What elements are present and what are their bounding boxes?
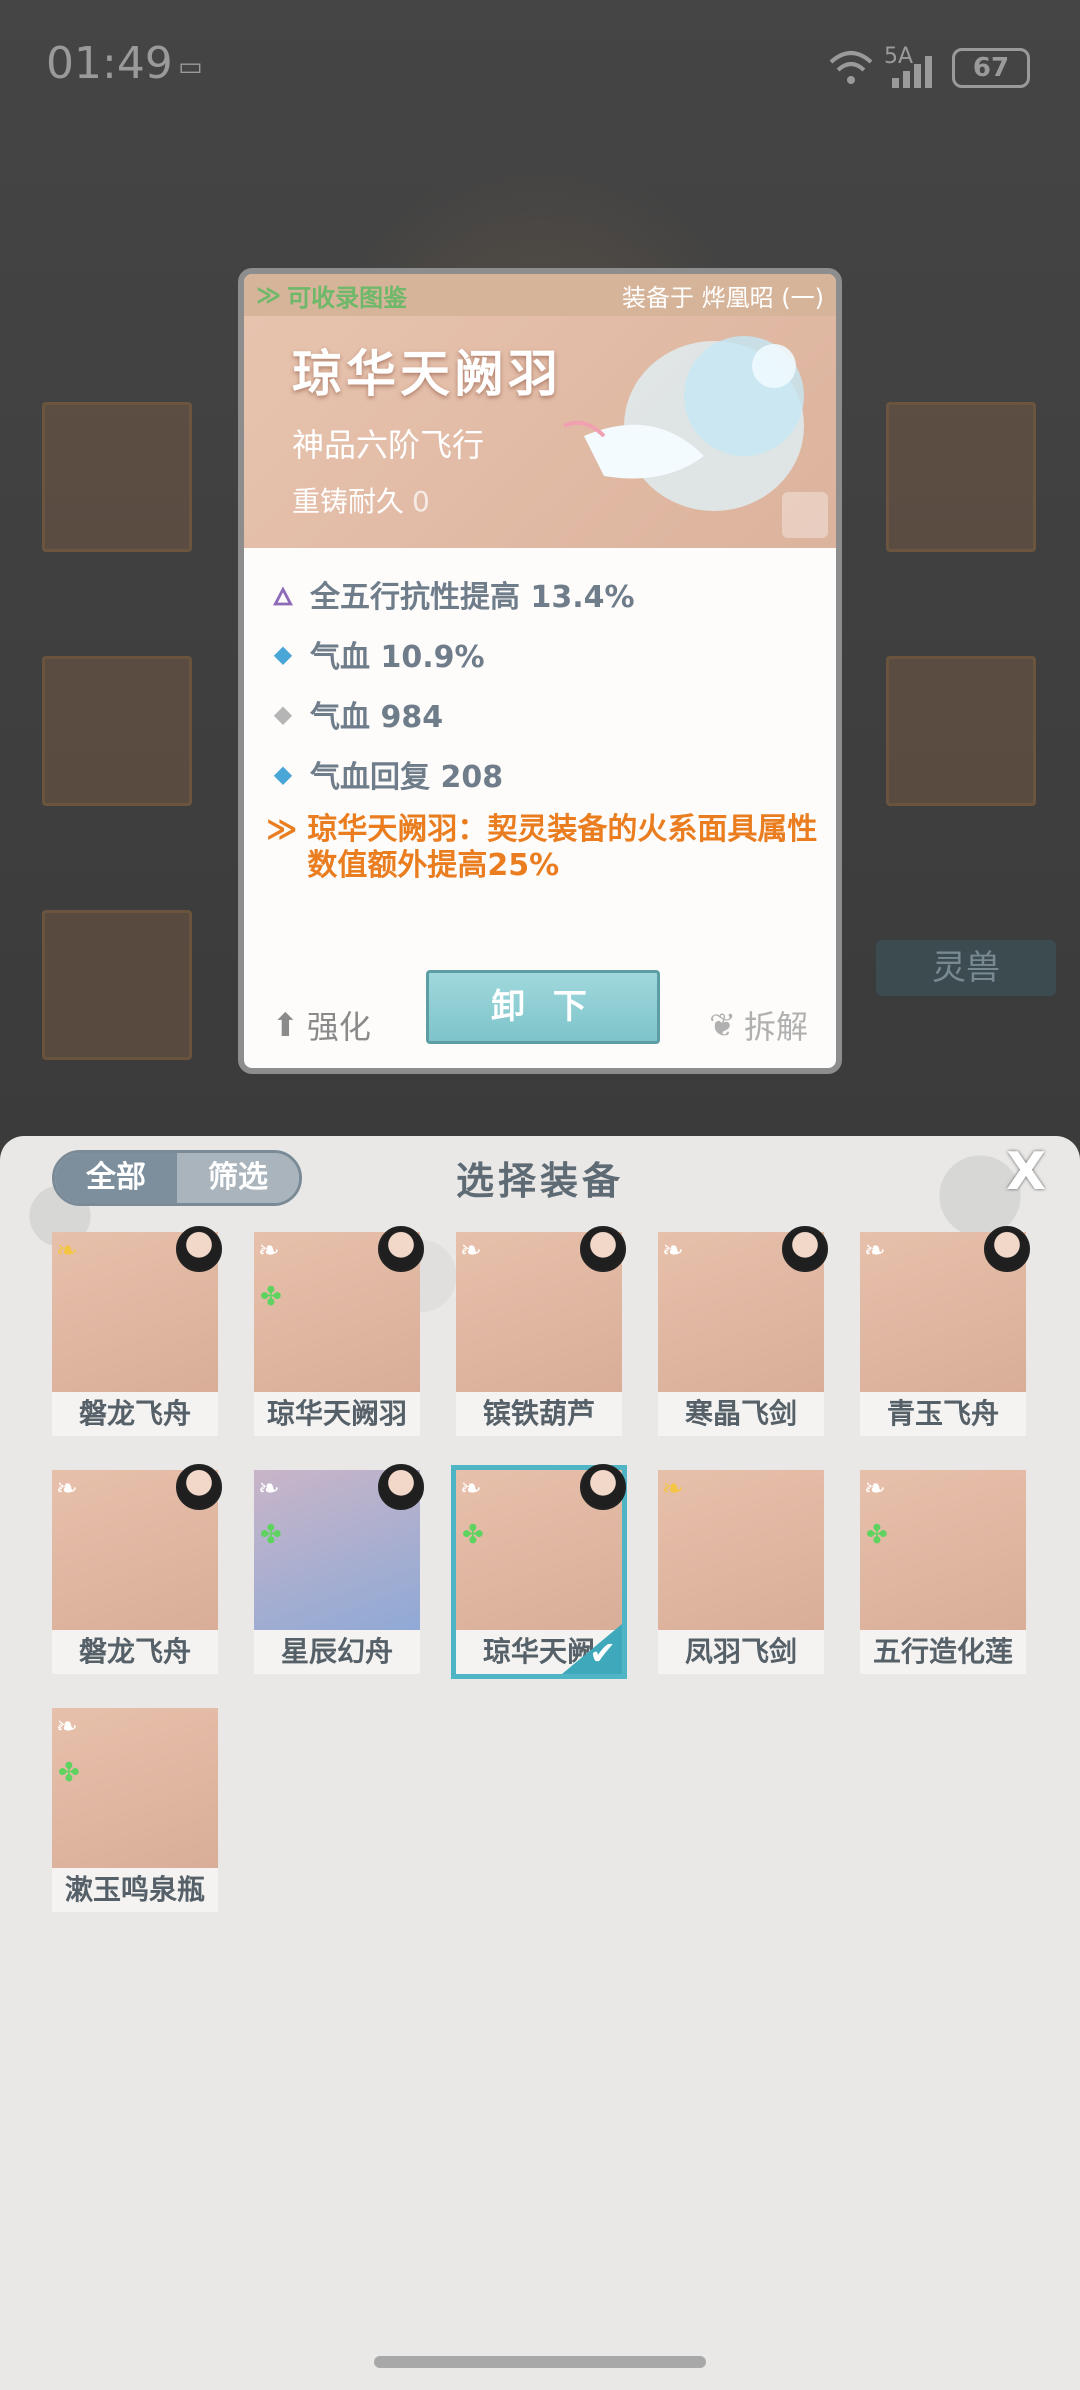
- stat-row: ◆ 气血回复 208: [266, 744, 826, 804]
- unequip-button[interactable]: 卸 下: [426, 970, 660, 1044]
- equipment-tile[interactable]: ❧ ✤ 五行造化莲: [860, 1470, 1026, 1674]
- tile-label: 漱玉鸣泉瓶: [52, 1868, 218, 1912]
- avatar: [378, 1226, 424, 1272]
- recast-value: 0: [412, 485, 430, 518]
- special-effect-icon: ≫: [266, 812, 298, 847]
- status-bar: 01:49 ▭ 5A 67: [0, 0, 1080, 130]
- background-slot: [42, 402, 192, 552]
- stat-text: 全五行抗性提高 13.4%: [310, 580, 635, 615]
- clover-icon: ✤: [866, 1520, 888, 1550]
- tile-label: 磐龙飞舟: [52, 1392, 218, 1436]
- item-header: 琼华天阙羽 神品六阶飞行 重铸耐久 0: [244, 316, 836, 548]
- select-equipment-panel: 全部 筛选 选择装备 X ❧ 磐龙飞舟 ❧ ✤ 琼华天阙羽 ❧ 镔铁葫芦 ❧ 寒…: [0, 1136, 1080, 2390]
- equipment-tile[interactable]: ❧ 镔铁葫芦: [456, 1226, 626, 1436]
- tile-label: 磐龙飞舟: [52, 1630, 218, 1674]
- avatar: [782, 1226, 828, 1272]
- avatar: [378, 1464, 424, 1510]
- stat-text: 气血 984: [310, 700, 444, 735]
- home-indicator[interactable]: [374, 2356, 706, 2368]
- equipment-tile[interactable]: ❧ 磐龙飞舟: [52, 1226, 222, 1436]
- collect-icon: ≫: [256, 281, 282, 309]
- tile-label: 凤羽飞剑: [658, 1630, 824, 1674]
- stat-row: ◆ 气血 10.9%: [266, 624, 826, 684]
- collect-tag-label: 可收录图鉴: [287, 283, 408, 312]
- equipment-tile[interactable]: ❧ 青玉飞舟: [860, 1226, 1030, 1436]
- avatar: [580, 1226, 626, 1272]
- card-actions: ⬆ 强化 卸 下 ❦ 拆解: [244, 958, 836, 1068]
- strengthen-label: 强化: [306, 1008, 371, 1046]
- equipped-on-label: 装备于 烨凰昭 (一): [622, 283, 824, 312]
- signal-icon: [890, 54, 940, 95]
- item-name: 琼华天阙羽: [292, 344, 562, 403]
- wing-icon: ❧: [662, 1236, 684, 1266]
- collect-tag: ≫ 可收录图鉴: [256, 278, 407, 313]
- wing-icon: ❧: [460, 1474, 482, 1504]
- wing-icon: ❧: [662, 1474, 684, 1504]
- equipment-tile[interactable]: ❧ 磐龙飞舟: [52, 1464, 222, 1674]
- equipment-tile[interactable]: ❧ 凤羽飞剑: [658, 1470, 824, 1674]
- clover-icon: ✤: [260, 1520, 282, 1550]
- arrow-up-icon: ⬆: [272, 1006, 299, 1044]
- diamond-blue-icon: ◆: [273, 640, 293, 668]
- dismantle-label: 拆解: [743, 1008, 808, 1046]
- equipment-detail-card: ≫ 可收录图鉴 装备于 烨凰昭 (一) 琼华天阙羽 神品六阶飞行 重铸耐久 0 🜂…: [238, 268, 842, 1074]
- tile-label: 镔铁葫芦: [456, 1392, 622, 1436]
- clover-icon: ✤: [260, 1282, 282, 1312]
- equipment-tile-selected[interactable]: ❧ ✤ 琼华天阙 ✔: [451, 1464, 627, 1679]
- diamond-blue-icon: ◆: [273, 760, 293, 788]
- stat-text: 气血回复 208: [310, 760, 504, 795]
- diamond-gray-icon: ◆: [273, 700, 293, 728]
- wing-icon: ❧: [56, 1236, 78, 1266]
- background-slot: [886, 402, 1036, 552]
- stat-row: ◆ 气血 984: [266, 684, 826, 744]
- equipment-tile[interactable]: ❧ ✤ 星辰幻舟: [254, 1464, 424, 1674]
- equipment-tile[interactable]: ❧ ✤ 漱玉鸣泉瓶: [52, 1708, 218, 1912]
- tile-label: 星辰幻舟: [254, 1630, 420, 1674]
- phoenix-feather-art: [563, 336, 804, 511]
- recast-durability: 重铸耐久 0: [292, 480, 430, 520]
- wing-icon: ❧: [56, 1474, 78, 1504]
- background-slot: [42, 910, 192, 1060]
- avatar: [176, 1226, 222, 1272]
- car-mode-icon: ▭: [178, 52, 203, 82]
- stat-row: 🜂 全五行抗性提高 13.4%: [266, 564, 826, 624]
- flame-icon: 🜂: [272, 583, 294, 611]
- wifi-icon: [826, 48, 876, 95]
- clover-icon: ✤: [58, 1758, 80, 1788]
- avatar: [580, 1464, 626, 1510]
- equipment-tile[interactable]: ❧ 寒晶飞剑: [658, 1226, 828, 1436]
- wing-icon: ❧: [258, 1474, 280, 1504]
- wing-icon: ❧: [864, 1474, 886, 1504]
- card-topbar: ≫ 可收录图鉴 装备于 烨凰昭 (一): [244, 274, 836, 316]
- dismantle-button[interactable]: ❦ 拆解: [709, 1002, 808, 1048]
- tile-label: 青玉飞舟: [860, 1392, 1026, 1436]
- strengthen-button[interactable]: ⬆ 强化: [272, 1002, 371, 1048]
- spirit-beast-tab: 灵兽: [876, 940, 1056, 996]
- avatar: [176, 1464, 222, 1510]
- clover-icon: ✤: [462, 1520, 484, 1550]
- background-slot: [42, 656, 192, 806]
- wing-icon: ❧: [864, 1236, 886, 1266]
- item-grade: 神品六阶飞行: [292, 426, 485, 464]
- wing-icon: ❧: [258, 1236, 280, 1266]
- recast-label: 重铸耐久: [292, 485, 405, 518]
- lock-toggle-icon[interactable]: [782, 492, 828, 538]
- special-effect: ≫ 琼华天阙羽：契灵装备的火系面具属性数值额外提高25%: [266, 812, 826, 884]
- wing-icon: ❧: [56, 1712, 78, 1742]
- tile-label: 琼华天阙羽: [254, 1392, 420, 1436]
- stat-text: 气血 10.9%: [310, 640, 485, 675]
- special-effect-text: 琼华天阙羽：契灵装备的火系面具属性数值额外提高25%: [307, 812, 818, 883]
- background-slot: [886, 656, 1036, 806]
- tile-label: 五行造化莲: [860, 1630, 1026, 1674]
- tile-label: 寒晶飞剑: [658, 1392, 824, 1436]
- clock: 01:49: [46, 38, 173, 89]
- dismantle-icon: ❦: [709, 1006, 736, 1044]
- close-button[interactable]: X: [998, 1144, 1054, 1200]
- stats-list: 🜂 全五行抗性提高 13.4% ◆ 气血 10.9% ◆ 气血 984 ◆ 气血回复 2…: [266, 564, 826, 884]
- wing-icon: ❧: [460, 1236, 482, 1266]
- panel-title: 选择装备: [455, 1159, 624, 1203]
- equipment-tile[interactable]: ❧ ✤ 琼华天阙羽: [254, 1226, 424, 1436]
- avatar: [984, 1226, 1030, 1272]
- battery-indicator: 67: [952, 48, 1030, 88]
